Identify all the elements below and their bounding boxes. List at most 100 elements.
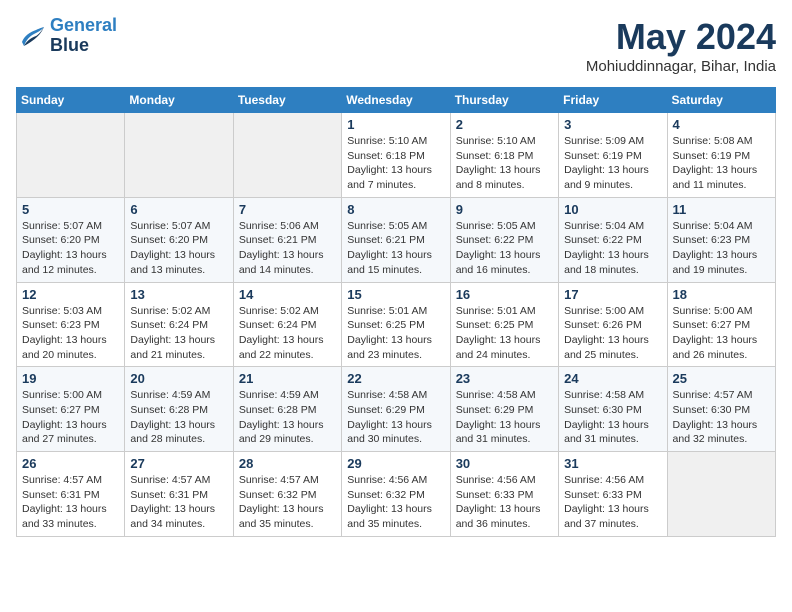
calendar-cell: 1 Sunrise: 5:10 AM Sunset: 6:18 PM Daylig…: [342, 113, 450, 198]
calendar-header: SundayMondayTuesdayWednesdayThursdayFrid…: [17, 88, 776, 113]
day-number: 24: [564, 371, 661, 386]
calendar-cell: 19 Sunrise: 5:00 AM Sunset: 6:27 PM Dayli…: [17, 367, 125, 452]
day-info: Sunrise: 5:06 AM Sunset: 6:21 PM Dayligh…: [239, 219, 336, 278]
calendar-cell: 7 Sunrise: 5:06 AM Sunset: 6:21 PM Daylig…: [233, 197, 341, 282]
day-info: Sunrise: 4:58 AM Sunset: 6:29 PM Dayligh…: [456, 388, 553, 447]
calendar-cell: 4 Sunrise: 5:08 AM Sunset: 6:19 PM Daylig…: [667, 113, 775, 198]
calendar-cell: 28Sunrise: 4:57 AM Sunset: 6:32 PM Dayli…: [233, 452, 341, 537]
day-info: Sunrise: 5:10 AM Sunset: 6:18 PM Dayligh…: [347, 134, 444, 193]
calendar-cell: 18 Sunrise: 5:00 AM Sunset: 6:27 PM Dayli…: [667, 282, 775, 367]
calendar-cell: 30Sunrise: 4:56 AM Sunset: 6:33 PM Dayli…: [450, 452, 558, 537]
calendar-cell: [233, 113, 341, 198]
weekday-header: Wednesday: [342, 88, 450, 113]
calendar-cell: 22 Sunrise: 4:58 AM Sunset: 6:29 PM Dayli…: [342, 367, 450, 452]
day-number: 31: [564, 456, 661, 471]
day-number: 18: [673, 287, 770, 302]
day-info: Sunrise: 4:58 AM Sunset: 6:30 PM Dayligh…: [564, 388, 661, 447]
day-info: Sunrise: 5:03 AM Sunset: 6:23 PM Dayligh…: [22, 304, 119, 363]
title-block: May 2024 Mohiuddinnagar, Bihar, India: [586, 16, 776, 75]
calendar-cell: 24 Sunrise: 4:58 AM Sunset: 6:30 PM Dayli…: [559, 367, 667, 452]
calendar-cell: [17, 113, 125, 198]
calendar-cell: 29 Sunrise: 4:56 AM Sunset: 6:32 PM Dayli…: [342, 452, 450, 537]
day-info: Sunrise: 4:57 AM Sunset: 6:31 PM Dayligh…: [130, 473, 227, 532]
day-number: 5: [22, 202, 119, 217]
day-number: 6: [130, 202, 227, 217]
day-number: 14: [239, 287, 336, 302]
calendar-cell: 11 Sunrise: 5:04 AM Sunset: 6:23 PM Dayli…: [667, 197, 775, 282]
day-number: 25: [673, 371, 770, 386]
day-info: Sunrise: 5:00 AM Sunset: 6:27 PM Dayligh…: [22, 388, 119, 447]
day-info: Sunrise: 5:07 AM Sunset: 6:20 PM Dayligh…: [22, 219, 119, 278]
day-info: Sunrise: 5:04 AM Sunset: 6:22 PM Dayligh…: [564, 219, 661, 278]
calendar-table: SundayMondayTuesdayWednesdayThursdayFrid…: [16, 87, 776, 537]
day-info: Sunrise: 4:56 AM Sunset: 6:33 PM Dayligh…: [456, 473, 553, 532]
calendar-cell: 23 Sunrise: 4:58 AM Sunset: 6:29 PM Dayli…: [450, 367, 558, 452]
weekday-header: Sunday: [17, 88, 125, 113]
logo: General Blue: [16, 16, 117, 56]
day-number: 10: [564, 202, 661, 217]
calendar-cell: 13Sunrise: 5:02 AM Sunset: 6:24 PM Dayli…: [125, 282, 233, 367]
day-info: Sunrise: 5:00 AM Sunset: 6:27 PM Dayligh…: [673, 304, 770, 363]
calendar-cell: 14Sunrise: 5:02 AM Sunset: 6:24 PM Dayli…: [233, 282, 341, 367]
calendar-cell: 15 Sunrise: 5:01 AM Sunset: 6:25 PM Dayli…: [342, 282, 450, 367]
day-info: Sunrise: 5:01 AM Sunset: 6:25 PM Dayligh…: [347, 304, 444, 363]
month-year-title: May 2024: [586, 16, 776, 58]
location-subtitle: Mohiuddinnagar, Bihar, India: [586, 58, 776, 75]
day-info: Sunrise: 5:08 AM Sunset: 6:19 PM Dayligh…: [673, 134, 770, 193]
day-number: 1: [347, 117, 444, 132]
day-number: 11: [673, 202, 770, 217]
page-header: General Blue May 2024 Mohiuddinnagar, Bi…: [16, 16, 776, 75]
day-info: Sunrise: 4:59 AM Sunset: 6:28 PM Dayligh…: [239, 388, 336, 447]
day-info: Sunrise: 5:04 AM Sunset: 6:23 PM Dayligh…: [673, 219, 770, 278]
day-info: Sunrise: 4:59 AM Sunset: 6:28 PM Dayligh…: [130, 388, 227, 447]
day-info: Sunrise: 5:10 AM Sunset: 6:18 PM Dayligh…: [456, 134, 553, 193]
day-number: 22: [347, 371, 444, 386]
day-info: Sunrise: 4:56 AM Sunset: 6:33 PM Dayligh…: [564, 473, 661, 532]
calendar-cell: 10 Sunrise: 5:04 AM Sunset: 6:22 PM Dayli…: [559, 197, 667, 282]
calendar-cell: 8Sunrise: 5:05 AM Sunset: 6:21 PM Daylig…: [342, 197, 450, 282]
day-info: Sunrise: 4:58 AM Sunset: 6:29 PM Dayligh…: [347, 388, 444, 447]
day-number: 29: [347, 456, 444, 471]
day-number: 3: [564, 117, 661, 132]
calendar-week-row: 5 Sunrise: 5:07 AM Sunset: 6:20 PM Daylig…: [17, 197, 776, 282]
calendar-cell: 20 Sunrise: 4:59 AM Sunset: 6:28 PM Dayli…: [125, 367, 233, 452]
day-info: Sunrise: 5:00 AM Sunset: 6:26 PM Dayligh…: [564, 304, 661, 363]
weekday-header: Friday: [559, 88, 667, 113]
calendar-cell: 25 Sunrise: 4:57 AM Sunset: 6:30 PM Dayli…: [667, 367, 775, 452]
calendar-cell: 17Sunrise: 5:00 AM Sunset: 6:26 PM Dayli…: [559, 282, 667, 367]
day-number: 15: [347, 287, 444, 302]
day-info: Sunrise: 4:56 AM Sunset: 6:32 PM Dayligh…: [347, 473, 444, 532]
weekday-header: Thursday: [450, 88, 558, 113]
day-info: Sunrise: 4:57 AM Sunset: 6:30 PM Dayligh…: [673, 388, 770, 447]
day-number: 27: [130, 456, 227, 471]
day-number: 8: [347, 202, 444, 217]
calendar-body: 1 Sunrise: 5:10 AM Sunset: 6:18 PM Daylig…: [17, 113, 776, 537]
calendar-cell: 27 Sunrise: 4:57 AM Sunset: 6:31 PM Dayli…: [125, 452, 233, 537]
day-info: Sunrise: 5:05 AM Sunset: 6:22 PM Dayligh…: [456, 219, 553, 278]
day-number: 26: [22, 456, 119, 471]
calendar-week-row: 19 Sunrise: 5:00 AM Sunset: 6:27 PM Dayli…: [17, 367, 776, 452]
calendar-cell: 21 Sunrise: 4:59 AM Sunset: 6:28 PM Dayli…: [233, 367, 341, 452]
day-info: Sunrise: 5:09 AM Sunset: 6:19 PM Dayligh…: [564, 134, 661, 193]
calendar-cell: [667, 452, 775, 537]
day-number: 21: [239, 371, 336, 386]
weekday-header: Tuesday: [233, 88, 341, 113]
day-number: 23: [456, 371, 553, 386]
logo-icon: [16, 22, 46, 50]
day-number: 9: [456, 202, 553, 217]
day-number: 7: [239, 202, 336, 217]
day-number: 12: [22, 287, 119, 302]
day-number: 20: [130, 371, 227, 386]
calendar-cell: 12 Sunrise: 5:03 AM Sunset: 6:23 PM Dayli…: [17, 282, 125, 367]
calendar-cell: 3 Sunrise: 5:09 AM Sunset: 6:19 PM Daylig…: [559, 113, 667, 198]
calendar-week-row: 1 Sunrise: 5:10 AM Sunset: 6:18 PM Daylig…: [17, 113, 776, 198]
day-info: Sunrise: 5:01 AM Sunset: 6:25 PM Dayligh…: [456, 304, 553, 363]
day-number: 2: [456, 117, 553, 132]
day-number: 19: [22, 371, 119, 386]
day-number: 4: [673, 117, 770, 132]
calendar-cell: [125, 113, 233, 198]
calendar-cell: 9 Sunrise: 5:05 AM Sunset: 6:22 PM Daylig…: [450, 197, 558, 282]
calendar-cell: 6 Sunrise: 5:07 AM Sunset: 6:20 PM Daylig…: [125, 197, 233, 282]
day-info: Sunrise: 5:07 AM Sunset: 6:20 PM Dayligh…: [130, 219, 227, 278]
weekday-header: Monday: [125, 88, 233, 113]
